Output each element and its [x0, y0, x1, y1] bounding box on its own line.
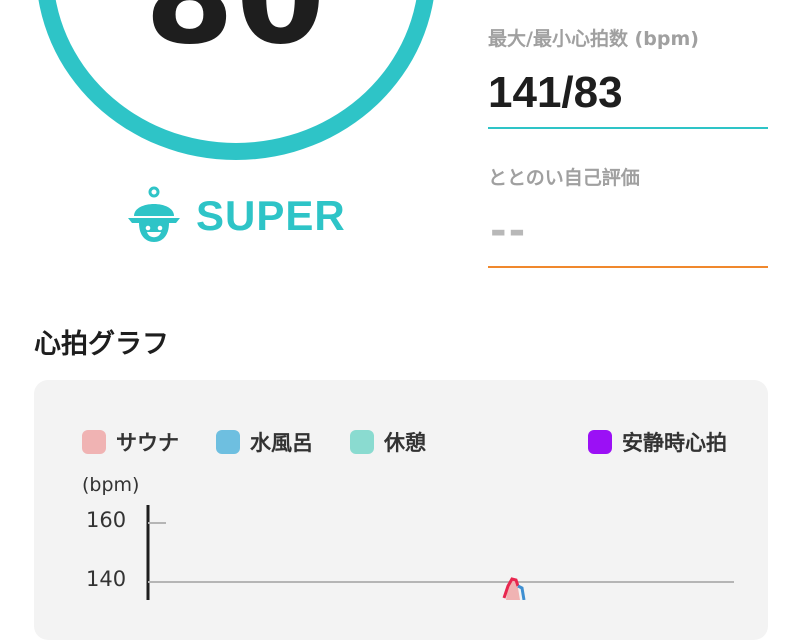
self-evaluation-underline	[488, 266, 768, 268]
legend-item-cold-bath: 水風呂	[216, 428, 313, 456]
heart-rate-plot	[146, 505, 734, 600]
legend-label-cold-bath: 水風呂	[250, 431, 313, 455]
score-value: 80	[0, 0, 472, 54]
max-min-heart-rate-label: 最大/最小心拍数 (bpm)	[488, 28, 699, 50]
legend-label-resting-heart-rate: 安静時心拍	[622, 431, 727, 455]
y-tick-label-140: 140	[86, 567, 127, 591]
legend-item-sauna: サウナ	[82, 428, 179, 456]
legend-label-sauna: サウナ	[116, 431, 179, 455]
heart-rate-graph-title: 心拍グラフ	[34, 329, 169, 360]
y-tick-label-160: 160	[86, 508, 127, 532]
legend-item-rest: 休憩	[350, 428, 426, 456]
legend-swatch-rest	[350, 430, 374, 454]
sauna-hat-face-icon	[128, 186, 180, 242]
legend-swatch-resting-heart-rate	[588, 430, 612, 454]
rank-label: SUPER	[196, 192, 346, 239]
self-evaluation-label: ととのい自己評価	[488, 167, 640, 189]
heart-rate-underline	[488, 127, 768, 129]
legend-label-rest: 休憩	[384, 431, 426, 455]
legend-swatch-cold-bath	[216, 430, 240, 454]
self-evaluation-value[interactable]: --	[490, 208, 527, 254]
legend-swatch-sauna	[82, 430, 106, 454]
max-min-heart-rate-value: 141/83	[488, 68, 623, 117]
legend-item-resting-heart-rate: 安静時心拍	[588, 428, 727, 456]
